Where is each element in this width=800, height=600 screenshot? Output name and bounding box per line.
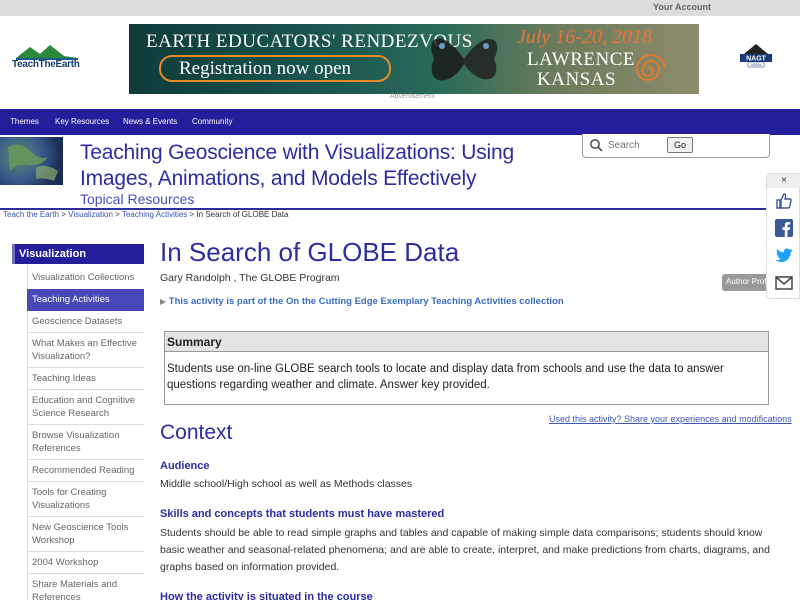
breadcrumb: Teach the Earth > Visualization > Teachi… bbox=[3, 210, 288, 219]
page-title: In Search of GLOBE Data bbox=[160, 237, 460, 267]
nav-community[interactable]: Community bbox=[192, 117, 232, 126]
sidebar-header[interactable]: Visualization bbox=[12, 244, 144, 264]
twitter-icon[interactable] bbox=[775, 246, 793, 264]
banner-date: July 16-20, 2018 bbox=[517, 26, 652, 48]
sidebar-item-teaching-ideas[interactable]: Teaching Ideas bbox=[27, 372, 144, 385]
breadcrumb-teach-the-earth[interactable]: Teach the Earth bbox=[3, 210, 59, 219]
triangle-right-icon: ▶ bbox=[160, 297, 167, 306]
share-experience-link[interactable]: Used this activity? Share your experienc… bbox=[549, 414, 792, 424]
search-icon bbox=[590, 139, 603, 152]
sidebar-item-geoscience-datasets[interactable]: Geoscience Datasets bbox=[27, 315, 144, 328]
sidebar-title: Visualization bbox=[19, 248, 87, 260]
skills-text: Students should be able to read simple g… bbox=[160, 527, 770, 573]
sidebar-divider bbox=[27, 573, 144, 574]
sidebar: Visualization Visualization Collections … bbox=[0, 244, 144, 600]
like-icon[interactable] bbox=[775, 192, 793, 210]
butterfly-icon bbox=[431, 38, 498, 81]
breadcrumb-teaching-activities[interactable]: Teaching Activities bbox=[122, 210, 187, 219]
summary-body: Students use on-line GLOBE search tools … bbox=[167, 363, 724, 391]
context-heading: Context bbox=[160, 421, 233, 444]
sidebar-divider bbox=[27, 459, 144, 460]
email-icon[interactable] bbox=[775, 274, 793, 292]
sidebar-item-recommended-reading[interactable]: Recommended Reading bbox=[27, 464, 144, 477]
sidebar-divider bbox=[27, 389, 144, 390]
spiral-icon bbox=[635, 54, 666, 81]
sidebar-item-share-materials[interactable]: Share Materials and References bbox=[27, 578, 144, 600]
sidebar-divider bbox=[27, 332, 144, 333]
audience-heading: Audience bbox=[160, 460, 210, 472]
breadcrumb-current: In Search of GLOBE Data bbox=[196, 210, 289, 219]
banner-advertisement[interactable]: EARTH EDUCATORS' RENDEZVOUS Registration… bbox=[129, 24, 699, 94]
teach-the-earth-logo[interactable]: TeachTheEarth bbox=[12, 44, 82, 72]
audience-text: Middle school/High school as well as Met… bbox=[160, 478, 413, 490]
banner-state: KANSAS bbox=[537, 69, 617, 90]
globe-icon bbox=[8, 144, 58, 181]
summary-box: Summary Students use on-line GLOBE searc… bbox=[164, 331, 769, 405]
skills-heading: Skills and concepts that students must h… bbox=[160, 508, 445, 520]
sidebar-item-2004-workshop[interactable]: 2004 Workshop bbox=[27, 556, 144, 569]
sidebar-divider bbox=[27, 481, 144, 482]
advertisement-label: Advertisement bbox=[390, 93, 435, 100]
your-account-link[interactable]: Your Account bbox=[653, 2, 711, 12]
section-title-line1: Teaching Geoscience with Visualizations:… bbox=[80, 141, 514, 164]
nav-news-events[interactable]: News & Events bbox=[123, 117, 177, 126]
breadcrumb-visualization[interactable]: Visualization bbox=[68, 210, 113, 219]
facebook-icon[interactable] bbox=[775, 219, 793, 237]
nav-themes[interactable]: Themes bbox=[10, 117, 39, 126]
close-icon[interactable]: × bbox=[767, 174, 800, 188]
sidebar-divider bbox=[27, 424, 144, 425]
search-go-button[interactable]: Go bbox=[667, 137, 693, 153]
mountain-logo-icon bbox=[16, 45, 78, 60]
sidebar-item-effective-visualization[interactable]: What Makes an Effective Visualization? bbox=[27, 337, 144, 363]
section-title[interactable]: Teaching Geoscience with Visualizations:… bbox=[80, 140, 514, 192]
sidebar-divider bbox=[27, 516, 144, 517]
top-bar: Your Account bbox=[0, 0, 800, 16]
search-box: Go bbox=[582, 134, 770, 158]
breadcrumb-separator: > bbox=[59, 210, 69, 219]
situated-heading: How the activity is situated in the cour… bbox=[160, 591, 373, 600]
sidebar-item-visualization-collections[interactable]: Visualization Collections bbox=[27, 271, 144, 284]
nav-key-resources[interactable]: Key Resources bbox=[55, 117, 109, 126]
sidebar-divider bbox=[27, 551, 144, 552]
nagt-text: NAGT bbox=[746, 56, 767, 63]
nagt-join: JOIN ▸ bbox=[751, 63, 762, 67]
sidebar-divider bbox=[27, 367, 144, 368]
nagt-logo[interactable]: NAGT JOIN ▸ bbox=[738, 42, 774, 68]
banner-registration: Registration now open bbox=[179, 58, 352, 79]
section-title-line2: Images, Animations, and Models Effective… bbox=[80, 167, 477, 190]
collection-text: This activity is part of the On the Cutt… bbox=[168, 296, 564, 307]
share-widget: × bbox=[766, 173, 800, 299]
header-globe-image bbox=[0, 137, 63, 185]
sidebar-item-education-research[interactable]: Education and Cognitive Science Research bbox=[27, 394, 144, 420]
sidebar-item-browse-references[interactable]: Browse Visualization References bbox=[27, 429, 144, 455]
sidebar-item-creating-tools[interactable]: Tools for Creating Visualizations bbox=[27, 486, 144, 512]
author-line: Gary Randolph , The GLOBE Program bbox=[160, 272, 340, 284]
summary-header: Summary bbox=[165, 332, 768, 352]
collection-link[interactable]: ▶ This activity is part of the On the Cu… bbox=[160, 296, 564, 307]
breadcrumb-separator: > bbox=[112, 210, 122, 219]
nagt-icon: NAGT JOIN ▸ bbox=[740, 44, 772, 68]
sidebar-item-teaching-activities[interactable]: Teaching Activities bbox=[27, 289, 144, 311]
main-nav: Themes Key Resources News & Events Commu… bbox=[0, 109, 800, 135]
section-subtitle[interactable]: Topical Resources bbox=[80, 191, 194, 207]
summary-title: Summary bbox=[167, 335, 222, 349]
sidebar-item-new-tools-workshop[interactable]: New Geoscience Tools Workshop bbox=[27, 521, 144, 547]
logo-text: TeachTheEarth bbox=[12, 59, 80, 70]
author-profile-tab[interactable]: Author Profile bbox=[722, 274, 774, 291]
banner-city: LAWRENCE bbox=[527, 49, 636, 70]
